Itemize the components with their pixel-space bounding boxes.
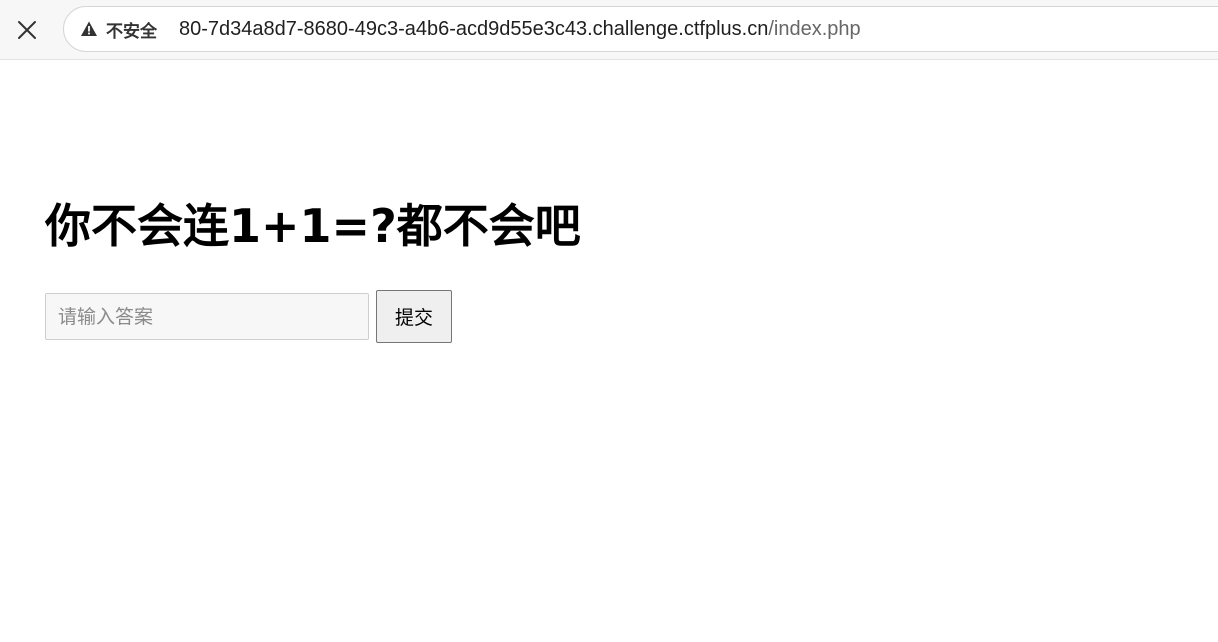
warning-triangle-icon[interactable] xyxy=(80,20,98,38)
page-content: 你不会连1+1=?都不会吧 xyxy=(45,196,581,256)
close-icon[interactable] xyxy=(16,19,38,41)
url-host: 80-7d34a8d7-8680-49c3-a4b6-acd9d55e3c43.… xyxy=(179,17,769,40)
browser-toolbar: 不安全 80-7d34a8d7-8680-49c3-a4b6-acd9d55e3… xyxy=(0,0,1218,60)
submit-button[interactable]: 提交 xyxy=(376,290,452,343)
url-path: /index.php xyxy=(768,17,861,40)
security-status-label[interactable]: 不安全 xyxy=(106,17,157,42)
close-tab-button[interactable] xyxy=(10,13,44,47)
address-bar[interactable]: 不安全 80-7d34a8d7-8680-49c3-a4b6-acd9d55e3… xyxy=(63,6,1218,52)
answer-form: 提交 xyxy=(45,290,452,343)
page-title: 你不会连1+1=?都不会吧 xyxy=(45,199,581,253)
answer-input[interactable] xyxy=(45,293,369,340)
url-text[interactable]: 80-7d34a8d7-8680-49c3-a4b6-acd9d55e3c43.… xyxy=(179,18,861,41)
